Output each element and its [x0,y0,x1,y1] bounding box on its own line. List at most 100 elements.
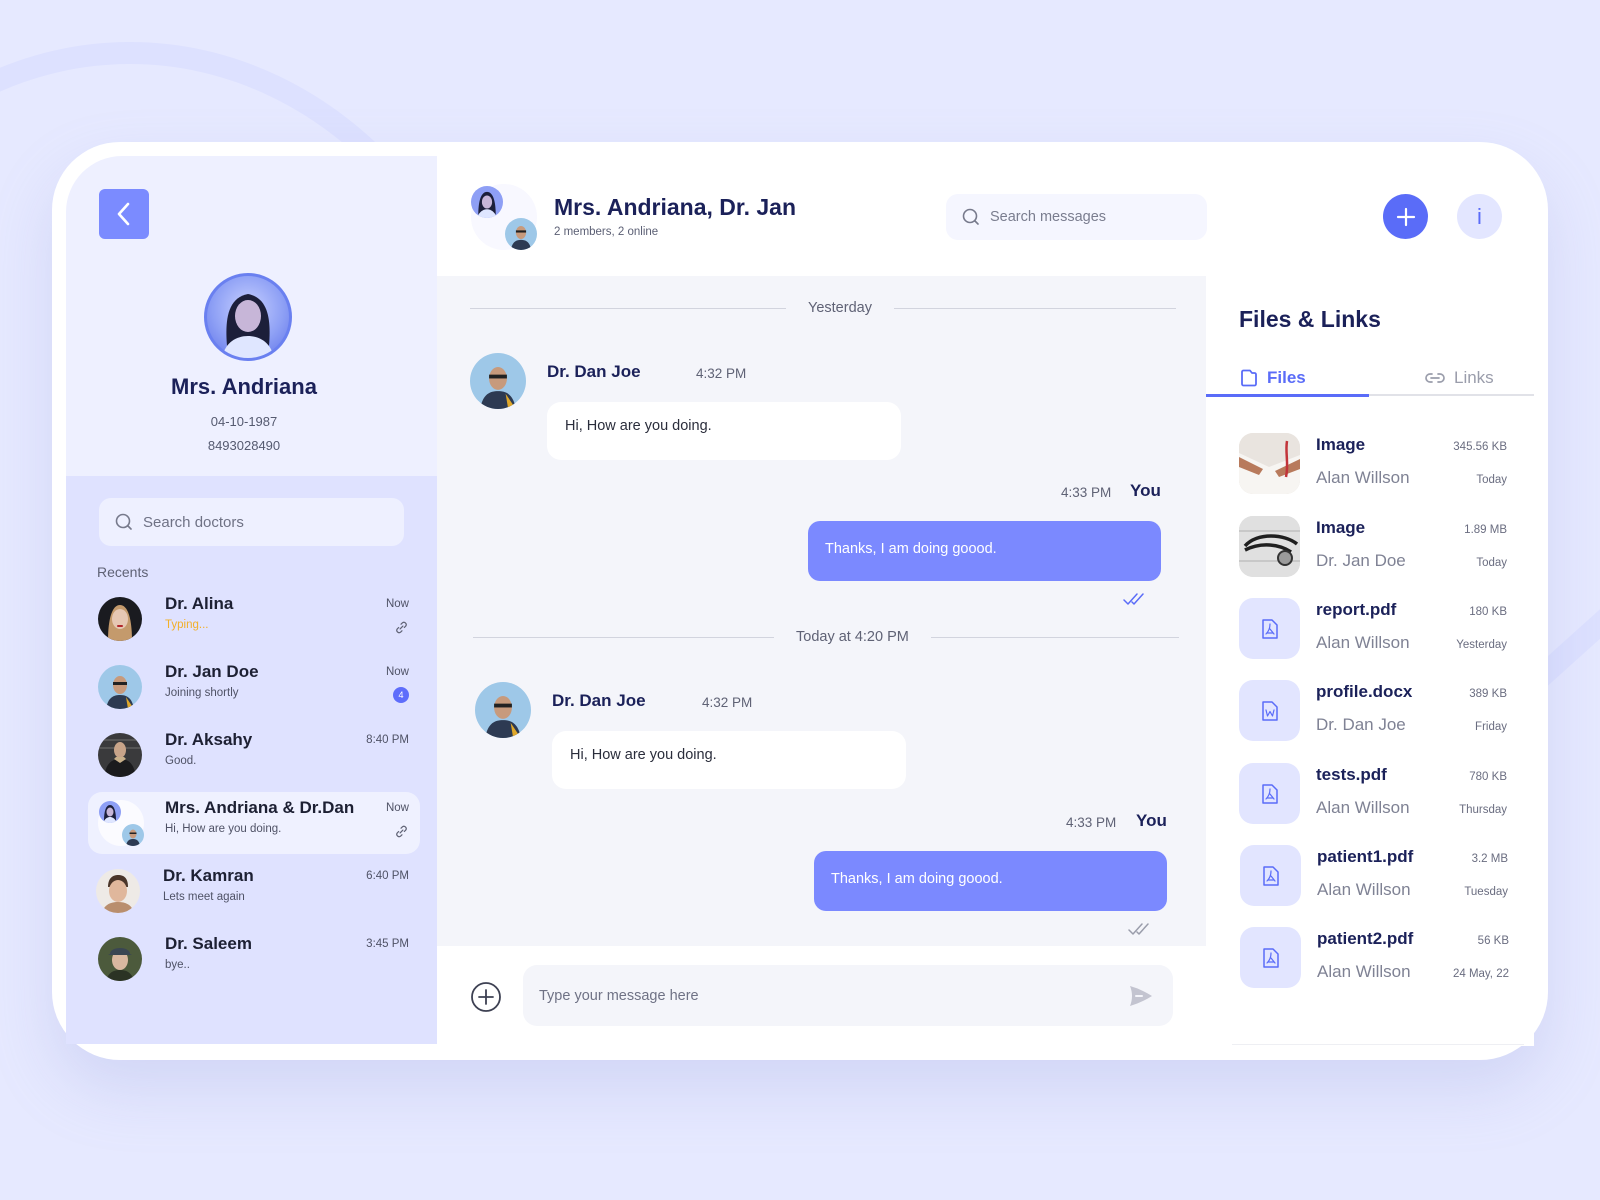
file-name: profile.docx [1316,682,1413,701]
sidebar: Mrs. Andriana 04-10-1987 8493028490 Rece… [66,156,437,1044]
sender-you-label: You [1136,811,1167,830]
file-owner: Alan Willson [1317,880,1411,899]
message-input[interactable] [539,987,1099,1004]
profile-avatar [204,273,292,361]
search-messages-input[interactable] [990,209,1190,225]
file-name: tests.pdf [1316,765,1387,784]
file-thumbnail [1239,680,1300,741]
file-owner: Alan Willson [1317,962,1411,981]
docx-file-icon [1261,700,1278,721]
message-bubble-outgoing: Thanks, I am doing goood. [808,521,1161,581]
file-item[interactable]: Image Alan Willson 345.56 KB Today [1239,433,1507,495]
search-icon [962,208,979,225]
attach-button[interactable] [470,981,502,1013]
file-date: Today [1476,557,1507,569]
profile-name: Mrs. Andriana [171,374,317,399]
contact-last-message: Joining shortly [165,687,239,699]
avatar [98,665,142,709]
message-time: 4:33 PM [1066,815,1117,830]
file-size: 56 KB [1477,935,1509,947]
avatar [96,869,140,913]
send-button[interactable] [1127,982,1155,1010]
message-composer [437,946,1206,1044]
file-name: patient2.pdf [1317,929,1414,948]
contacts-panel: Recents Dr. Alina Typing... Now Dr. Jan … [66,476,437,1044]
image-thumbnail [1239,516,1300,577]
search-doctors-field[interactable] [99,498,404,546]
tab-links[interactable]: Links [1424,360,1494,396]
message-field[interactable] [523,965,1173,1026]
file-name: patient1.pdf [1317,847,1414,866]
file-thumbnail [1240,845,1301,906]
contact-last-message: bye.. [165,959,190,971]
sender-avatar [470,353,526,409]
date-divider-label: Today at 4:20 PM [796,629,909,645]
info-button[interactable]: i [1457,194,1502,239]
contact-name: Mrs. Andriana & Dr.Dan [165,798,355,817]
message-time: 4:33 PM [1061,485,1112,500]
search-doctors-input[interactable] [143,513,383,531]
contact-item[interactable]: Dr. Saleem bye.. 3:45 PM [88,928,420,990]
sender-name: Dr. Dan Joe [552,691,646,710]
link-icon [395,621,407,633]
date-divider-label: Yesterday [808,300,872,316]
contact-last-message: Lets meet again [163,891,245,903]
file-item[interactable]: Image Dr. Jan Doe 1.89 MB Today [1239,516,1507,578]
group-avatar [98,800,144,846]
contact-item-active[interactable]: Mrs. Andriana & Dr.Dan Hi, How are you d… [88,792,420,854]
chat-messages: Yesterday Dr. Dan Joe 4:32 PM Hi, How ar… [437,276,1206,946]
file-name: Image [1316,435,1366,454]
file-owner: Dr. Dan Joe [1316,715,1406,734]
contact-name: Dr. Aksahy [165,730,253,749]
contact-item[interactable]: Dr. Kamran Lets meet again 6:40 PM [88,860,420,922]
file-item[interactable]: patient2.pdf Alan Willson 56 KB 24 May, … [1240,927,1509,989]
file-date: Tuesday [1464,886,1508,898]
file-size: 3.2 MB [1471,853,1508,865]
add-button[interactable] [1383,194,1428,239]
chevron-left-icon [117,202,130,226]
file-item[interactable]: profile.docx Dr. Dan Joe 389 KB Friday [1239,680,1507,742]
file-item[interactable]: patient1.pdf Alan Willson 3.2 MB Tuesday [1240,845,1508,907]
date-divider: Yesterday [470,298,1176,318]
divider [1232,1044,1524,1045]
file-size: 180 KB [1469,606,1507,618]
tab-files-label: Files [1267,368,1306,387]
avatar [98,733,142,777]
read-receipt-icon [1123,593,1144,605]
delivered-receipt-icon [1128,923,1149,935]
file-thumbnail [1239,763,1300,824]
file-owner: Dr. Jan Doe [1316,551,1406,570]
message-bubble-incoming: Hi, How are you doing. [552,731,906,789]
folder-icon [1241,369,1257,387]
contact-name: Dr. Alina [165,594,234,613]
back-button[interactable] [99,189,149,239]
contact-time: Now [385,598,409,610]
contact-item[interactable]: Dr. Aksahy Good. 8:40 PM [88,724,420,786]
file-item[interactable]: report.pdf Alan Willson 180 KB Yesterday [1239,598,1507,660]
sender-avatar [475,682,531,738]
active-tab-indicator [1206,394,1369,397]
contact-last-message: Good. [165,755,197,767]
file-item[interactable]: tests.pdf Alan Willson 780 KB Thursday [1239,763,1507,825]
contact-name: Dr. Kamran [163,866,254,885]
file-date: Yesterday [1456,639,1507,651]
image-thumbnail [1239,433,1300,494]
file-size: 389 KB [1469,688,1507,700]
tab-files[interactable]: Files [1239,360,1306,396]
file-thumbnail [1239,598,1300,659]
file-owner: Alan Willson [1316,633,1410,652]
unread-badge: 4 [393,687,409,703]
sender-name: Dr. Dan Joe [547,362,641,381]
file-thumbnail [1240,927,1301,988]
search-messages-field[interactable] [946,194,1207,240]
contact-item[interactable]: Dr. Alina Typing... Now [88,588,420,650]
file-date: Today [1476,474,1507,486]
chat-header: Mrs. Andriana, Dr. Jan 2 members, 2 onli… [437,156,1511,276]
tab-links-label: Links [1454,368,1494,387]
contact-item[interactable]: Dr. Jan Doe Joining shortly Now 4 [88,656,420,718]
message-bubble-outgoing: Thanks, I am doing goood. [814,851,1167,911]
link-icon [395,825,407,837]
files-panel-title: Files & Links [1239,306,1381,332]
avatar [98,937,142,981]
file-date: 24 May, 22 [1452,968,1509,980]
